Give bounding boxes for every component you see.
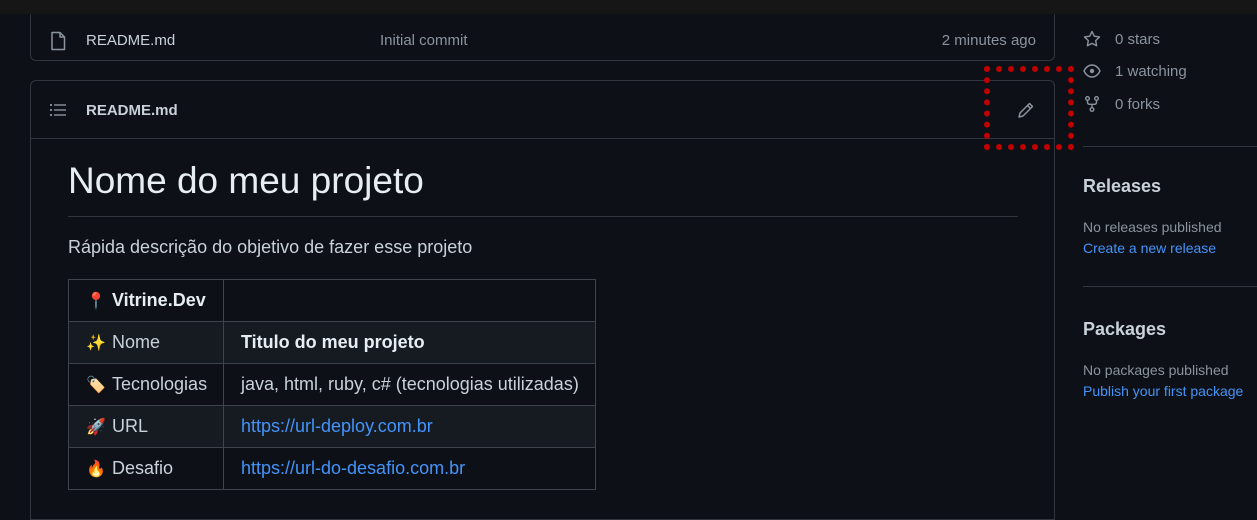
table-row: ✨ Nome Titulo do meu projeto: [68, 321, 596, 364]
top-bar: [0, 0, 1257, 14]
releases-heading[interactable]: Releases: [1083, 176, 1161, 197]
file-list-row[interactable]: README.md Initial commit 2 minutes ago: [30, 14, 1055, 61]
stars-count: 0 stars: [1115, 30, 1161, 48]
label-tag-icon: 🏷️: [86, 377, 106, 394]
readme-header: README.md: [31, 81, 1054, 139]
forks-link[interactable]: 0 forks: [1083, 95, 1160, 113]
annotation-highlight-box: [984, 66, 1074, 150]
divider: [1083, 286, 1257, 287]
table-row: 🔥 Desafio https://url-do-desafio.com.br: [68, 447, 596, 490]
table-value: java, html, ruby, c# (tecnologias utiliz…: [223, 363, 596, 406]
deploy-url-link[interactable]: https://url-deploy.com.br: [241, 416, 433, 436]
eye-icon: [1083, 64, 1101, 78]
challenge-url-link[interactable]: https://url-do-desafio.com.br: [241, 458, 465, 478]
fork-icon: [1085, 96, 1099, 112]
watching-count: 1 watching: [1115, 62, 1187, 80]
repo-sidebar: 0 stars 1 watching 0 forks Releases No r…: [1083, 0, 1257, 505]
releases-note: No releases published: [1083, 219, 1222, 235]
fire-icon: 🔥: [86, 461, 106, 478]
rocket-icon: 🚀: [86, 419, 106, 436]
readme-heading: Nome do meu projeto: [68, 160, 1018, 217]
commit-time: 2 minutes ago: [941, 32, 1036, 49]
commit-message-link[interactable]: Initial commit: [380, 32, 468, 49]
pushpin-icon: 📍: [86, 293, 106, 310]
file-icon: [49, 31, 67, 51]
table-value: Titulo do meu projeto: [241, 332, 425, 352]
table-row: 🚀 URL https://url-deploy.com.br: [68, 405, 596, 448]
readme-title: README.md: [86, 102, 178, 119]
packages-note: No packages published: [1083, 362, 1229, 378]
table-label: Tecnologias: [112, 374, 208, 394]
readme-panel: README.md Nome do meu projeto Rápida des…: [30, 80, 1055, 520]
table-row: 🏷️ Tecnologias java, html, ruby, c# (tecn…: [68, 363, 596, 406]
create-release-link[interactable]: Create a new release: [1083, 240, 1216, 256]
divider: [1083, 146, 1257, 147]
star-icon: [1083, 30, 1101, 47]
table-label: Vitrine.Dev: [112, 290, 206, 310]
table-label: URL: [112, 416, 149, 436]
sparkles-icon: ✨: [86, 335, 106, 352]
packages-heading[interactable]: Packages: [1083, 319, 1166, 340]
readme-description: Rápida descrição do objetivo de fazer es…: [68, 237, 473, 257]
table-value: [223, 279, 596, 322]
project-info-table: 📍 Vitrine.Dev ✨ Nome Titulo do meu projeto…: [68, 279, 596, 490]
stars-link[interactable]: 0 stars: [1083, 30, 1160, 48]
watching-link[interactable]: 1 watching: [1083, 62, 1187, 80]
table-label: Desafio: [112, 458, 174, 478]
table-row: 📍 Vitrine.Dev: [68, 279, 596, 322]
forks-count: 0 forks: [1115, 95, 1161, 113]
list-icon[interactable]: [49, 102, 67, 118]
table-label: Nome: [112, 332, 161, 352]
file-name-link[interactable]: README.md: [86, 32, 175, 49]
publish-package-link[interactable]: Publish your first package: [1083, 383, 1243, 399]
